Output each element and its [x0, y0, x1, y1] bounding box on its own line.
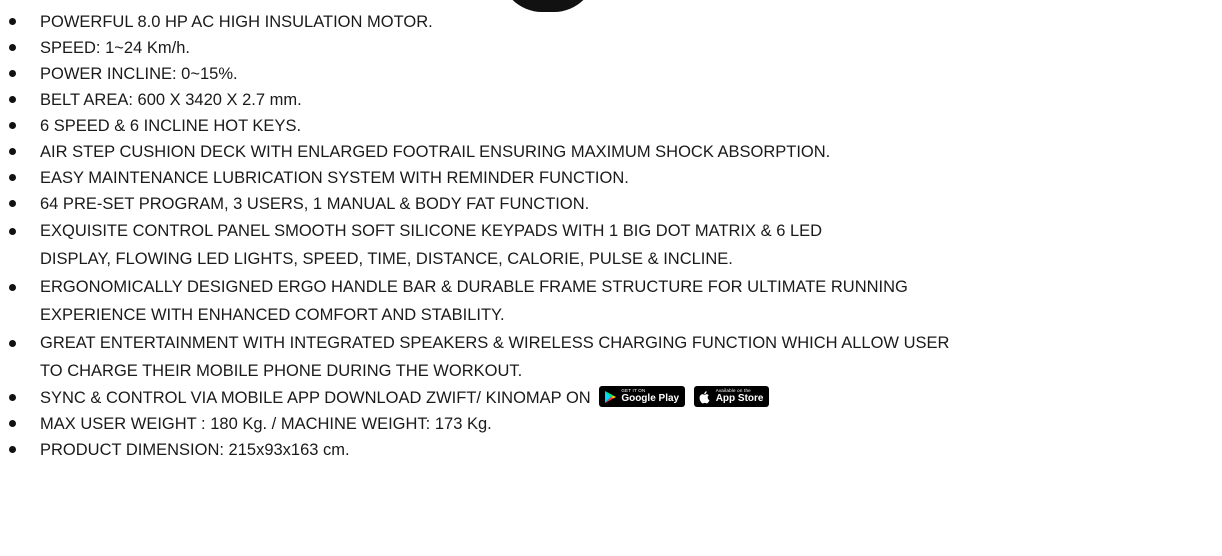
spec-line: ERGONOMICALLY DESIGNED ERGO HANDLE BAR &… [40, 278, 908, 296]
app-store-badge[interactable]: Available on the App Store [693, 386, 770, 408]
spec-line: TO CHARGE THEIR MOBILE PHONE DURING THE … [40, 362, 523, 380]
spec-item-programs: 64 PRE-SET PROGRAM, 3 USERS, 1 MANUAL & … [0, 191, 1222, 217]
spec-line: DISPLAY, FLOWING LED LIGHTS, SPEED, TIME… [40, 250, 733, 268]
sync-text: SYNC & CONTROL VIA MOBILE APP DOWNLOAD Z… [40, 389, 591, 407]
spec-item-control-panel: EXQUISITE CONTROL PANEL SMOOTH SOFT SILI… [0, 217, 1222, 273]
spec-item-sync: SYNC & CONTROL VIA MOBILE APP DOWNLOAD Z… [0, 385, 1222, 411]
google-play-big-text: Google Play [621, 393, 680, 405]
google-play-text: GET IT ON Google Play [621, 388, 680, 405]
spec-item-belt-area: BELT AREA: 600 X 3420 X 2.7 mm. [0, 87, 1222, 113]
spec-item-speed: SPEED: 1~24 Km/h. [0, 35, 1222, 61]
google-play-badge[interactable]: GET IT ON Google Play [599, 386, 686, 408]
spec-item-lubrication: EASY MAINTENANCE LUBRICATION SYSTEM WITH… [0, 165, 1222, 191]
spec-line: EXQUISITE CONTROL PANEL SMOOTH SOFT SILI… [40, 222, 823, 240]
spec-line: EXPERIENCE WITH ENHANCED COMFORT AND STA… [40, 306, 505, 324]
app-store-text: Available on the App Store [715, 388, 764, 405]
spec-line: GREAT ENTERTAINMENT WITH INTEGRATED SPEA… [40, 334, 950, 352]
google-play-icon [605, 390, 617, 403]
spec-item-hot-keys: 6 SPEED & 6 INCLINE HOT KEYS. [0, 113, 1222, 139]
apple-icon [699, 390, 710, 404]
app-store-big-text: App Store [715, 393, 764, 405]
spec-item-motor: POWERFUL 8.0 HP AC HIGH INSULATION MOTOR… [0, 9, 1222, 35]
spec-item-incline: POWER INCLINE: 0~15%. [0, 61, 1222, 87]
spec-item-weight: MAX USER WEIGHT : 180 Kg. / MACHINE WEIG… [0, 411, 1222, 437]
spec-list: POWERFUL 8.0 HP AC HIGH INSULATION MOTOR… [0, 9, 1222, 463]
spec-item-entertainment: GREAT ENTERTAINMENT WITH INTEGRATED SPEA… [0, 329, 1222, 385]
spec-item-handle-bar: ERGONOMICALLY DESIGNED ERGO HANDLE BAR &… [0, 273, 1222, 329]
spec-item-dimension: PRODUCT DIMENSION: 215x93x163 cm. [0, 437, 1222, 463]
spec-item-cushion-deck: AIR STEP CUSHION DECK WITH ENLARGED FOOT… [0, 139, 1222, 165]
